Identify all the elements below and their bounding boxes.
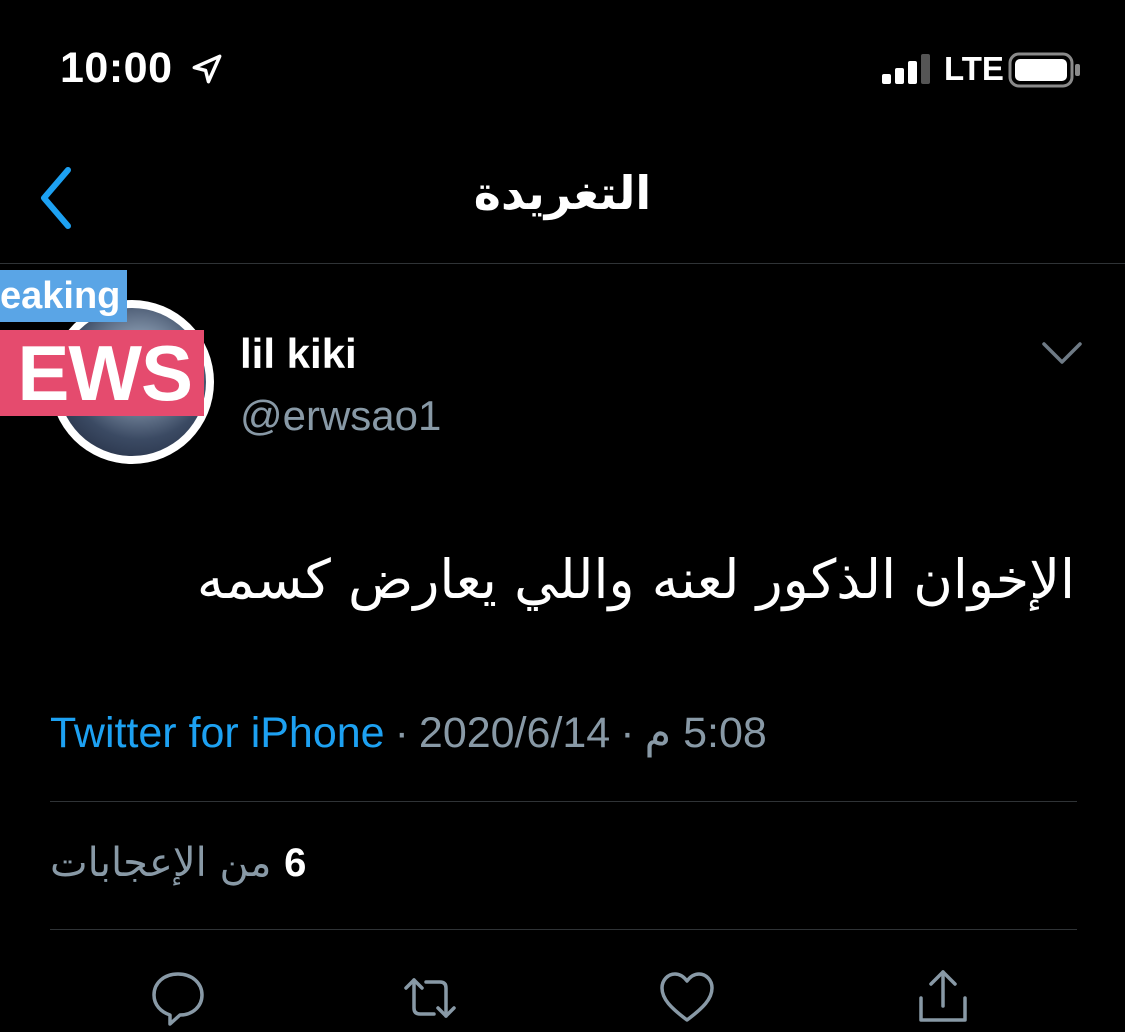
likes-count: 6	[284, 841, 307, 885]
navigation-header: التغريدة	[0, 130, 1125, 264]
reply-button[interactable]	[148, 968, 208, 1028]
display-name[interactable]: lil kiki	[240, 330, 357, 378]
likes-count-link[interactable]: 6 من الإعجابات	[50, 840, 306, 900]
status-time: 10:00	[60, 44, 173, 92]
battery-icon	[1008, 52, 1080, 88]
chevron-down-icon[interactable]	[1040, 336, 1084, 368]
likes-label: من الإعجابات	[50, 840, 272, 886]
header-divider	[0, 263, 1125, 264]
share-icon	[919, 970, 967, 1022]
status-bar: 10:00 LTE	[0, 0, 1125, 130]
location-arrow-icon	[192, 54, 222, 84]
network-type: LTE	[944, 50, 1004, 87]
tweet-time: 5:08 م	[644, 709, 767, 757]
like-button[interactable]	[657, 968, 717, 1028]
divider	[50, 801, 1077, 802]
tweet-meta: Twitter for iPhone · 2020/6/14 · 5:08 م	[50, 708, 767, 758]
tweet-text: الإخوان الذكور لعنه واللي يعارض كسمه	[196, 548, 1075, 611]
divider	[50, 929, 1077, 930]
tweet-source-link[interactable]: Twitter for iPhone	[50, 709, 385, 757]
reply-icon	[152, 972, 204, 1026]
avatar-badge-news: EWS	[0, 330, 204, 416]
tweet-date: 2020/6/14	[418, 709, 611, 757]
retweet-icon	[404, 978, 456, 1018]
like-icon	[660, 972, 714, 1022]
page-title: التغريدة	[473, 166, 652, 220]
retweet-button[interactable]	[400, 968, 460, 1028]
share-button[interactable]	[913, 968, 973, 1028]
username[interactable]: @erwsao1	[240, 392, 441, 440]
cellular-signal-icon	[882, 54, 930, 84]
meta-separator: ·	[394, 709, 409, 757]
meta-separator: ·	[620, 709, 635, 757]
avatar-badge-breaking: eaking	[0, 270, 127, 322]
